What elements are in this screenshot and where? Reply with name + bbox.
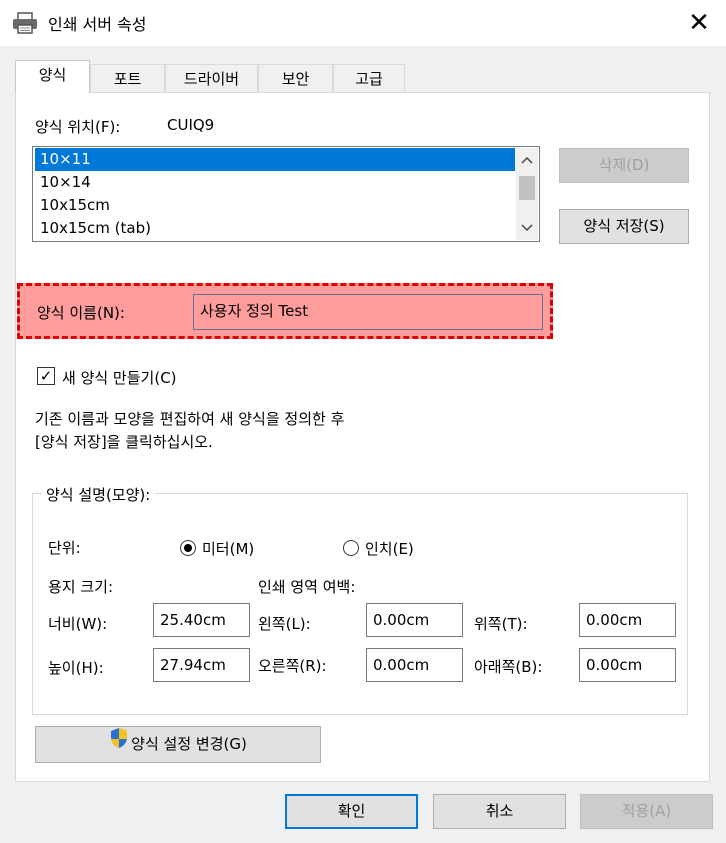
scrollbar-thumb[interactable] — [519, 176, 535, 200]
ok-button[interactable]: 확인 — [285, 794, 418, 829]
printer-icon — [12, 12, 38, 34]
list-item[interactable]: 10x15cm — [35, 194, 515, 217]
top-margin-field[interactable]: 0.00cm — [579, 603, 676, 637]
save-form-button[interactable]: 양식 저장(S) — [559, 209, 689, 244]
scroll-down-icon[interactable] — [516, 218, 538, 240]
unit-label: 단위: — [48, 539, 81, 557]
list-item[interactable]: 10×11 — [35, 148, 515, 171]
width-label: 너비(W): — [48, 615, 108, 633]
delete-button[interactable]: 삭제(D) — [559, 148, 689, 183]
scroll-up-icon[interactable] — [516, 150, 538, 172]
form-description-title: 양식 설명(모양): — [42, 484, 155, 505]
tab-drivers[interactable]: 드라이버 — [165, 64, 258, 92]
close-icon[interactable]: ✕ — [684, 8, 714, 38]
right-margin-label: 오른쪽(R): — [258, 657, 327, 675]
list-scrollbar[interactable] — [516, 148, 538, 240]
instruction-line-1: 기존 이름과 모양을 편집하여 새 양식을 정의한 후 — [35, 410, 345, 428]
instruction-line-2: [양식 저장]을 클릭하십시오. — [35, 433, 213, 451]
form-name-field[interactable]: 사용자 정의 Test — [193, 294, 543, 330]
bottom-margin-field[interactable]: 0.00cm — [579, 648, 676, 682]
form-location-label: 양식 위치(F): — [35, 118, 121, 136]
change-form-settings-button[interactable]: 양식 설정 변경(G) — [35, 726, 321, 763]
height-field[interactable]: 27.94cm — [153, 648, 250, 682]
list-item[interactable]: 10x15cm (tab) — [35, 217, 515, 240]
height-label: 높이(H): — [48, 659, 104, 677]
unit-metric-label[interactable]: 미터(M) — [202, 538, 254, 559]
form-name-label: 양식 이름(N): — [37, 304, 125, 322]
bottom-margin-label: 아래쪽(B): — [474, 658, 543, 676]
paper-size-label: 용지 크기: — [48, 578, 114, 596]
tab-forms[interactable]: 양식 — [15, 60, 90, 93]
top-margin-label: 위쪽(T): — [474, 615, 528, 633]
unit-metric-radio[interactable] — [180, 540, 196, 556]
cancel-button[interactable]: 취소 — [433, 794, 566, 829]
unit-inch-label[interactable]: 인치(E) — [365, 538, 414, 559]
unit-inch-radio[interactable] — [343, 540, 359, 556]
right-margin-field[interactable]: 0.00cm — [366, 648, 463, 682]
left-margin-field[interactable]: 0.00cm — [366, 603, 463, 637]
window-title: 인쇄 서버 속성 — [48, 15, 147, 34]
print-margins-label: 인쇄 영역 여백: — [258, 578, 356, 596]
change-settings-label: 양식 설정 변경(G) — [131, 735, 247, 753]
left-margin-label: 왼쪽(L): — [258, 615, 311, 633]
tab-advanced[interactable]: 고급 — [333, 64, 405, 92]
shield-icon — [109, 727, 129, 762]
tab-ports[interactable]: 포트 — [90, 64, 165, 92]
new-form-checkbox[interactable]: ✓ — [37, 367, 55, 385]
form-location-value: CUIQ9 — [167, 116, 215, 134]
width-field[interactable]: 25.40cm — [153, 603, 250, 637]
tab-security[interactable]: 보안 — [258, 64, 333, 92]
new-form-label[interactable]: 새 양식 만들기(C) — [62, 367, 177, 388]
list-item[interactable]: 10×14 — [35, 171, 515, 194]
apply-button[interactable]: 적용(A) — [580, 794, 713, 829]
forms-listbox[interactable]: 10×11 10×14 10x15cm 10x15cm (tab) — [32, 146, 540, 242]
